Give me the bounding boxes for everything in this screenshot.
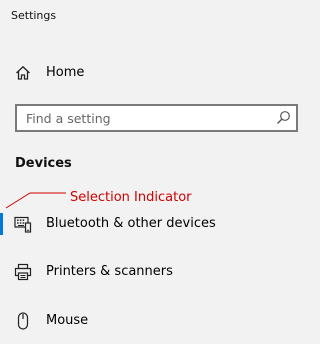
home-nav-item[interactable]: Home [0,58,310,88]
nav-item-mouse[interactable]: Mouse [0,304,310,338]
nav-item-printers[interactable]: Printers & scanners [0,255,310,289]
section-heading: Devices [15,156,72,171]
selection-indicator [0,213,3,235]
window-title: Settings [11,9,57,22]
nav-item-label: Printers & scanners [46,264,173,279]
printer-icon [14,263,32,281]
search-input[interactable] [17,106,272,130]
mouse-icon [17,312,29,330]
home-icon [16,65,30,80]
nav-item-bluetooth[interactable]: Bluetooth & other devices [0,207,310,241]
home-label: Home [46,65,85,80]
search-box[interactable] [15,104,298,132]
nav-item-label: Bluetooth & other devices [46,216,216,231]
annotation-label: Selection Indicator [70,190,192,205]
search-icon[interactable] [276,110,291,125]
bluetooth-devices-icon [14,216,32,233]
nav-item-label: Mouse [46,313,89,328]
